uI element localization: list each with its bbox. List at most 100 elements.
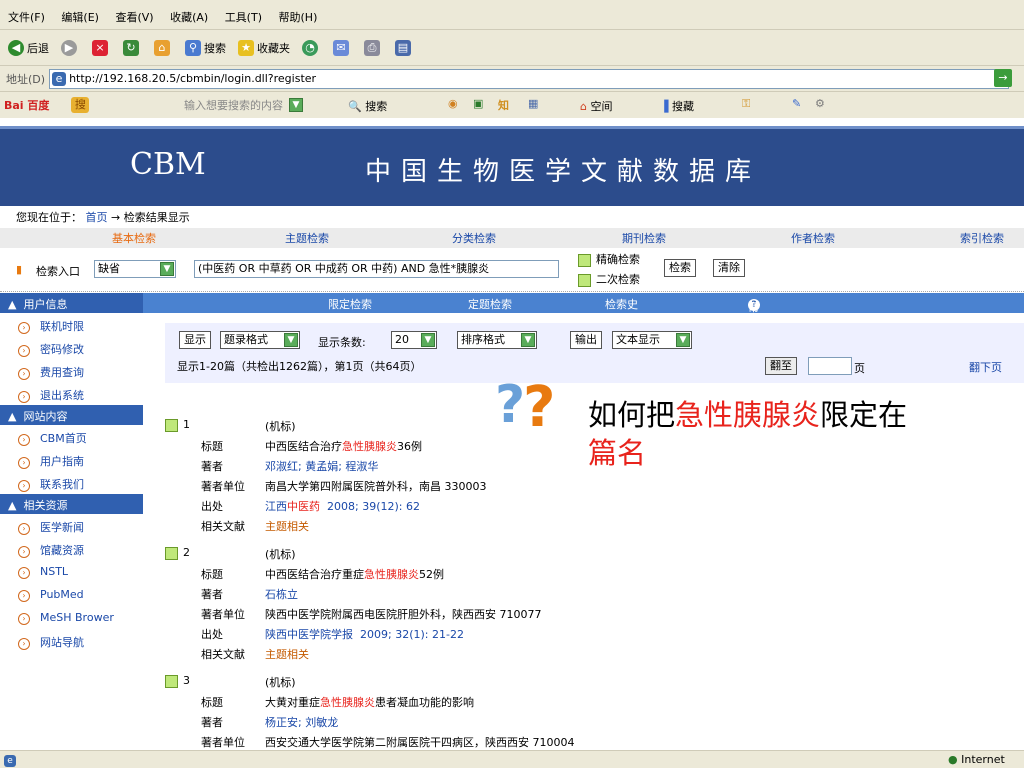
record-related-link[interactable]: 主题相关 xyxy=(265,518,309,534)
display-button[interactable]: 显示 xyxy=(179,331,211,349)
record-related-row: 相关文献 主题相关 xyxy=(201,518,309,534)
subnav-limit-search[interactable]: 限定检索 xyxy=(328,296,372,312)
arrow-circle-icon: › xyxy=(18,322,30,334)
baidu-misc-icon[interactable]: ◉ xyxy=(448,97,458,110)
record-title-row: 标题 大黄对重症急性胰腺炎患者凝血功能的影响 xyxy=(201,694,474,710)
format-select[interactable]: 题录格式 ▼ xyxy=(220,331,300,349)
baidu-zhidao-icon[interactable]: 知 xyxy=(498,97,509,113)
menu-favorites[interactable]: 收藏(A) xyxy=(170,11,208,24)
menu-edit[interactable]: 编辑(E) xyxy=(61,11,99,24)
record-checkbox[interactable] xyxy=(165,546,178,560)
baidu-favorites-button[interactable]: ▐ 搜藏 xyxy=(660,98,694,114)
exact-search-option[interactable]: 精确检索 xyxy=(578,251,640,267)
result-controls-panel: 显示 题录格式 ▼ 显示条数: 20 ▼ 排序格式 ▼ 输出 文本显示 ▼ 显示1-20… xyxy=(165,323,1024,383)
menu-file[interactable]: 文件(F) xyxy=(8,11,45,24)
favorites-button[interactable]: ★ 收藏夹 xyxy=(238,39,290,56)
sidebar-item-collection[interactable]: › 馆藏资源 xyxy=(0,537,143,560)
subnav-search-history[interactable]: 检索史 xyxy=(605,296,638,312)
print-button[interactable]: ⎙ xyxy=(364,39,383,56)
baidu-user-icon[interactable]: ⚿ xyxy=(742,97,750,111)
url-text: http://192.168.20.5/cbmbin/login.dll?reg… xyxy=(69,72,317,85)
menu-tools[interactable]: 工具(T) xyxy=(225,11,262,24)
breadcrumb-current: 检索结果显示 xyxy=(123,211,190,224)
text-display-select[interactable]: 文本显示 ▼ xyxy=(612,331,692,349)
record-authors[interactable]: 邓淑红; 黄孟娟; 程淑华 xyxy=(265,458,378,474)
sidebar-item-logout[interactable]: › 退出系统 xyxy=(0,382,143,405)
history-button[interactable]: ◔ xyxy=(302,39,321,56)
baidu-search-input[interactable]: 输入想要搜索的内容 ▼ xyxy=(160,95,340,115)
tab-author-search[interactable]: 作者检索 xyxy=(791,230,835,246)
sidebar-item-contact[interactable]: › 联系我们 xyxy=(0,471,143,494)
record-source[interactable]: 陕西中医学院学报 2009; 32(1): 21-22 xyxy=(265,626,464,642)
baidu-grid-icon[interactable]: ▦ xyxy=(528,97,538,110)
record-title[interactable]: 中西医结合治疗急性胰腺炎36例 xyxy=(265,438,422,454)
result-summary: 显示1-20篇（共检出1262篇），第1页（共64页） xyxy=(177,360,422,373)
record-title[interactable]: 中西医结合治疗重症急性胰腺炎52例 xyxy=(265,566,444,582)
baidu-settings-icon[interactable]: ⚙ xyxy=(815,97,825,110)
sidebar-item-site-nav[interactable]: › 网站导航 xyxy=(0,629,143,652)
tab-journal-search[interactable]: 期刊检索 xyxy=(622,230,666,246)
sidebar-item-nstl[interactable]: › NSTL xyxy=(0,560,143,583)
page-number-input[interactable] xyxy=(808,357,852,375)
clear-button[interactable]: 清除 xyxy=(713,259,745,277)
record-checkbox[interactable] xyxy=(165,418,178,432)
sidebar-item-pubmed[interactable]: › PubMed xyxy=(0,583,143,606)
record-title-row: 标题 中西医结合治疗重症急性胰腺炎52例 xyxy=(201,566,444,582)
address-input[interactable]: e http://192.168.20.5/cbmbin/login.dll?r… xyxy=(49,68,1010,89)
sidebar-item-password[interactable]: › 密码修改 xyxy=(0,336,143,359)
tab-subject-search[interactable]: 主题检索 xyxy=(285,230,329,246)
globe-icon: ● xyxy=(948,753,958,766)
next-page-link[interactable]: 翻下页 xyxy=(969,359,1002,375)
sidebar-item-online-time[interactable]: › 联机时限 xyxy=(0,313,143,336)
output-button[interactable]: 输出 xyxy=(570,331,602,349)
entry-select[interactable]: 缺省 ▼ xyxy=(94,260,176,278)
sidebar-item-fees[interactable]: › 费用查询 xyxy=(0,359,143,382)
record-title[interactable]: 大黄对重症急性胰腺炎患者凝血功能的影响 xyxy=(265,694,474,710)
chevron-down-icon: ▼ xyxy=(160,262,174,276)
query-input[interactable]: (中医药 OR 中草药 OR 中成药 OR 中药) AND 急性*胰腺炎 xyxy=(194,260,559,278)
tab-index-search[interactable]: 索引检索 xyxy=(960,230,1004,246)
record-authors-row: 著者 邓淑红; 黄孟娟; 程淑华 xyxy=(201,458,379,474)
go-button[interactable]: → xyxy=(994,69,1012,87)
arrow-circle-icon: › xyxy=(18,391,30,403)
home-button[interactable]: ⌂ xyxy=(154,39,173,56)
record-authors[interactable]: 杨正安; 刘敏龙 xyxy=(265,714,338,730)
menu-view[interactable]: 查看(V) xyxy=(115,11,153,24)
forward-button[interactable]: ▶ xyxy=(61,39,80,56)
sidebar-item-user-guide[interactable]: › 用户指南 xyxy=(0,448,143,471)
sidebar-item-cbm-home[interactable]: › CBM首页 xyxy=(0,425,143,448)
tab-category-search[interactable]: 分类检索 xyxy=(452,230,496,246)
record-source[interactable]: 江西中医药 2008; 39(12): 62 xyxy=(265,498,420,514)
baidu-ad-icon[interactable]: 搜 xyxy=(71,97,90,113)
site-header: CBM 中国生物医学文献数据库 xyxy=(0,126,1024,206)
edit-button[interactable]: ▤ xyxy=(395,39,414,56)
count-select[interactable]: 20 ▼ xyxy=(391,331,437,349)
search-submit-button[interactable]: 检索 xyxy=(664,259,696,277)
baidu-search-button[interactable]: 🔍 搜索 xyxy=(348,98,387,114)
menu-help[interactable]: 帮助(H) xyxy=(279,11,318,24)
breadcrumb: 您现在位于： 首页 → 检索结果显示 xyxy=(0,206,1024,228)
tab-basic-search[interactable]: 基本检索 xyxy=(112,230,156,246)
baidu-space-button[interactable]: ⌂ 空间 xyxy=(580,98,612,114)
chevron-down-icon[interactable]: ▼ xyxy=(289,98,303,112)
breadcrumb-home-link[interactable]: 首页 xyxy=(86,211,108,224)
refresh-button[interactable]: ↻ xyxy=(123,39,142,56)
sidebar-item-mesh[interactable]: › MeSH Brower xyxy=(0,606,143,629)
sub-navigation: 限定检索 定题检索 检索史 ? 帮助 xyxy=(143,293,1024,330)
back-button[interactable]: ◀ 后退 xyxy=(8,39,49,56)
record-related-link[interactable]: 主题相关 xyxy=(265,646,309,662)
goto-button[interactable]: 翻至 xyxy=(765,357,797,375)
stop-button[interactable]: × xyxy=(92,39,111,56)
baidu-picture-icon[interactable]: ▣ xyxy=(473,97,483,110)
search-icon: ⚲ xyxy=(185,39,201,56)
baidu-pen-icon[interactable]: ✎ xyxy=(792,97,801,110)
sidebar-item-news[interactable]: › 医学新闻 xyxy=(0,514,143,537)
secondary-search-option[interactable]: 二次检索 xyxy=(578,271,640,287)
bookmark-icon: ▐ xyxy=(660,100,669,113)
record-authors[interactable]: 石栋立 xyxy=(265,586,298,602)
sort-select[interactable]: 排序格式 ▼ xyxy=(457,331,537,349)
search-button[interactable]: ⚲ 搜索 xyxy=(185,39,226,56)
mail-button[interactable]: ✉ xyxy=(333,39,352,56)
subnav-topic-search[interactable]: 定题检索 xyxy=(468,296,512,312)
record-checkbox[interactable] xyxy=(165,674,178,688)
